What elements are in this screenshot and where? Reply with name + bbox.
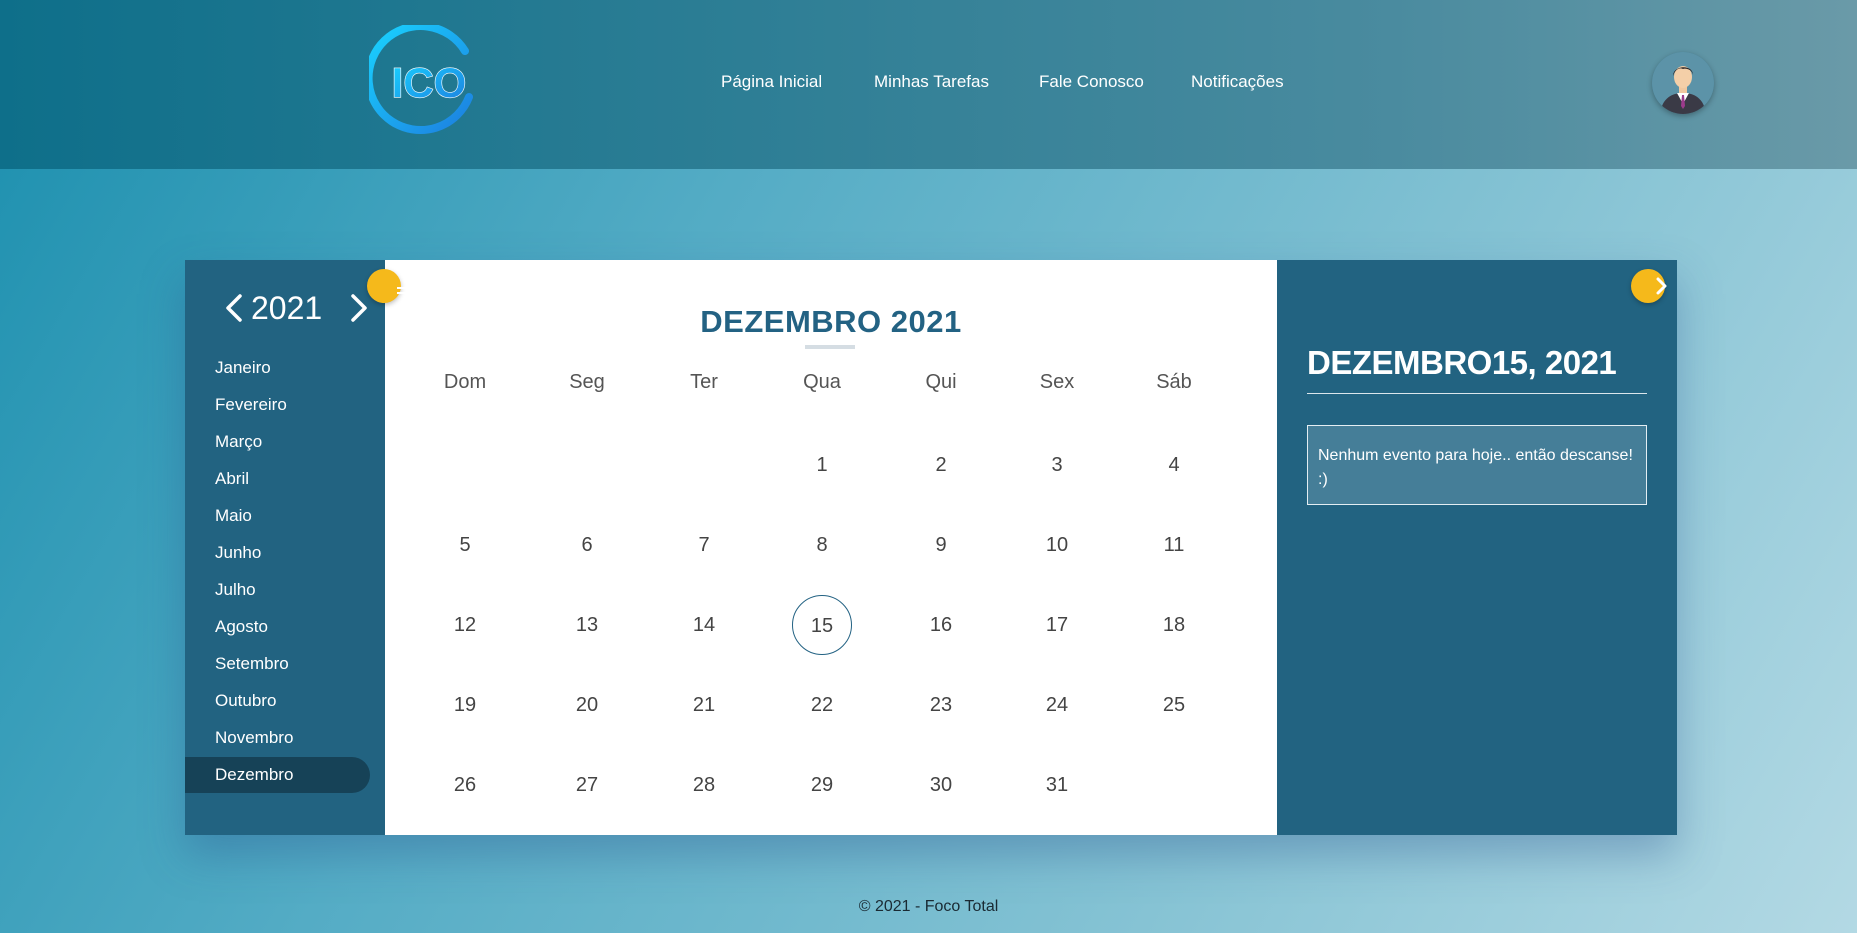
day-cell[interactable]: 8 [792,515,852,575]
day-cell[interactable]: 13 [557,595,617,655]
day-cell[interactable]: 12 [435,595,495,655]
day-cell[interactable]: 23 [911,675,971,735]
month-item-maio[interactable]: Maio [185,498,370,534]
divider [1307,393,1647,394]
day-cell[interactable]: 16 [911,595,971,655]
day-cell[interactable]: 30 [911,755,971,815]
event-panel: DEZEMBRO15, 2021 Nenhum evento para hoje… [1277,260,1677,835]
avatar[interactable] [1652,52,1714,114]
month-item-setembro[interactable]: Setembro [185,646,370,682]
day-cell[interactable]: 28 [674,755,734,815]
day-cell[interactable]: 26 [435,755,495,815]
day-cell[interactable]: 27 [557,755,617,815]
day-cell[interactable]: 11 [1144,515,1204,575]
chevron-left-icon[interactable] [220,292,248,324]
month-item-junho[interactable]: Junho [185,535,370,571]
nav-notifications[interactable]: Notificações [1191,70,1284,94]
month-item-abril[interactable]: Abril [185,461,370,497]
weekday-label: Dom [443,371,487,393]
day-cell[interactable]: 7 [674,515,734,575]
day-cell-today[interactable]: 15 [792,595,852,655]
year-selector: 2021 [185,282,385,332]
header: ICO Página Inicial Minhas Tarefas Fale C… [0,0,1857,169]
day-cell[interactable]: 17 [1027,595,1087,655]
weekday-label: Qui [925,371,957,393]
selected-date: DEZEMBRO15, 2021 [1307,344,1617,381]
day-cell[interactable]: 21 [674,675,734,735]
day-cell[interactable]: 3 [1027,435,1087,495]
day-cell[interactable]: 5 [435,515,495,575]
weekday-label: Sex [1039,371,1075,393]
day-cell[interactable]: 10 [1027,515,1087,575]
month-item-agosto[interactable]: Agosto [185,609,370,645]
menu-icon [397,287,407,297]
day-cell[interactable]: 18 [1144,595,1204,655]
month-view: DEZEMBRO 2021 Dom Seg Ter Qua Qui Sex Sáb 1234… [385,260,1277,835]
month-item-novembro[interactable]: Novembro [185,720,370,756]
month-sidebar: 2021 Janeiro Fevereiro Março Abril Maio … [185,260,385,835]
month-item-dezembro[interactable]: Dezembro [185,757,370,793]
month-item-outubro[interactable]: Outubro [185,683,370,719]
nav-contact[interactable]: Fale Conosco [1039,70,1144,94]
month-item-julho[interactable]: Julho [185,572,370,608]
day-cell[interactable]: 29 [792,755,852,815]
weekday-label: Ter [690,371,718,393]
main-nav: Página Inicial Minhas Tarefas Fale Conos… [0,70,1857,94]
day-cell[interactable]: 19 [435,675,495,735]
day-cell[interactable]: 24 [1027,675,1087,735]
day-cell[interactable]: 4 [1144,435,1204,495]
day-cell[interactable]: 14 [674,595,734,655]
event-message: Nenhum evento para hoje.. então descanse… [1307,425,1647,505]
weekday-label: Sáb [1156,371,1192,393]
day-cell[interactable]: 1 [792,435,852,495]
user-avatar-icon [1652,52,1714,114]
day-cell[interactable]: 31 [1027,755,1087,815]
month-item-janeiro[interactable]: Janeiro [185,350,370,386]
sidebar-toggle-button[interactable] [367,269,401,303]
chevron-right-icon[interactable] [345,292,373,324]
day-cell[interactable]: 25 [1144,675,1204,735]
title-underline [805,345,855,349]
weekday-label: Qua [803,371,841,393]
chevron-right-icon [1656,277,1667,295]
month-item-marco[interactable]: Março [185,424,370,460]
day-cell[interactable]: 20 [557,675,617,735]
day-cell[interactable]: 22 [792,675,852,735]
month-item-fevereiro[interactable]: Fevereiro [185,387,370,423]
day-cell[interactable]: 6 [557,515,617,575]
calendar: 2021 Janeiro Fevereiro Março Abril Maio … [185,260,1677,835]
month-title: DEZEMBRO 2021 [700,304,962,339]
weekday-label: Seg [569,371,605,393]
nav-tasks[interactable]: Minhas Tarefas [874,70,989,94]
day-cell[interactable]: 2 [911,435,971,495]
year-label: 2021 [251,290,323,326]
nav-home[interactable]: Página Inicial [721,70,822,94]
footer: © 2021 - Foco Total [858,898,999,915]
day-cell[interactable]: 9 [911,515,971,575]
